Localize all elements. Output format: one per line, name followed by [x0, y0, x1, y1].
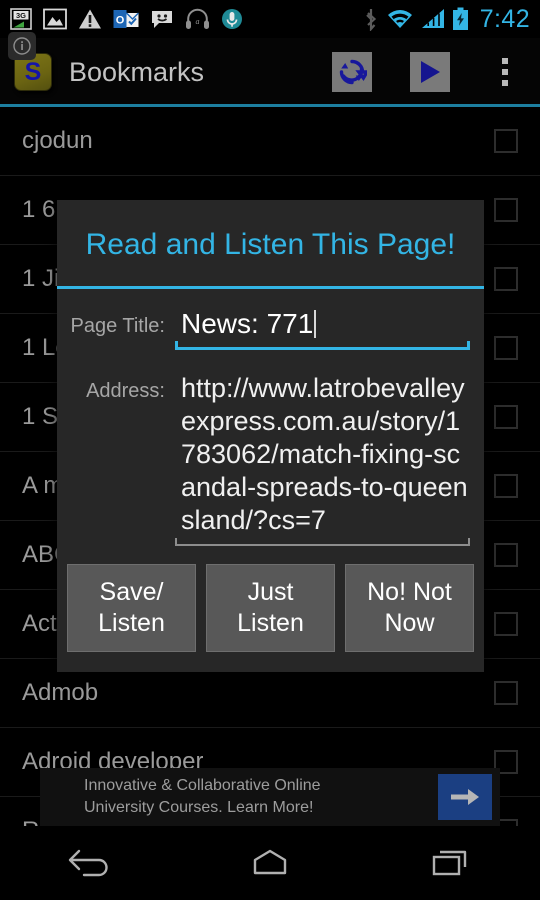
nav-home-button[interactable] [210, 826, 330, 900]
sync-button[interactable] [332, 52, 372, 92]
address-field-row: Address: http://www.latrobevalleyexpress… [57, 372, 484, 546]
status-bar-clock: 7:42 [479, 4, 530, 33]
image-icon [43, 8, 67, 30]
list-item-label: cjodun [22, 127, 93, 154]
navigation-bar [0, 826, 540, 900]
ad-text: Innovative & Collaborative Online Univer… [84, 775, 321, 819]
overflow-menu-icon [502, 58, 508, 64]
list-item-checkbox[interactable] [494, 336, 518, 360]
action-bar: S Bookmarks [0, 38, 540, 106]
headphones-icon: a [186, 8, 209, 29]
address-input[interactable]: http://www.latrobevalleyexpress.com.au/s… [175, 372, 470, 537]
arrow-right-icon [451, 789, 479, 805]
wifi-icon [387, 10, 412, 28]
3g-icon: 3G [10, 8, 32, 30]
dialog-body: Page Title: News: 771 Address: http://ww… [57, 289, 484, 672]
list-item-checkbox[interactable] [494, 267, 518, 291]
ad-line-1: Innovative & Collaborative Online [84, 777, 321, 794]
svg-text:a: a [196, 17, 200, 26]
page-title-field-row: Page Title: News: 771 [57, 307, 484, 350]
dialog-button-row: Save/ Listen Just Listen No! Not Now [57, 546, 484, 666]
ad-info-button[interactable] [8, 32, 36, 60]
page-title-input-value: News: 771 [181, 308, 314, 339]
play-icon [421, 61, 440, 83]
android-screen: 3G O a 7:42 S Bookmarks cjodun 1 6 s 1 J… [0, 0, 540, 900]
list-item-label: Admob [22, 679, 99, 706]
warning-icon [79, 9, 101, 29]
ad-cta-button[interactable] [438, 774, 492, 820]
svg-text:O: O [116, 15, 125, 27]
page-title-input-underline [175, 341, 470, 350]
page-title-label: Page Title: [70, 315, 165, 337]
overflow-menu-icon [502, 69, 508, 75]
page-title-input[interactable]: News: 771 [175, 307, 470, 341]
back-icon [68, 849, 108, 877]
not-now-button[interactable]: No! Not Now [345, 564, 474, 652]
list-item-checkbox[interactable] [494, 681, 518, 705]
nav-recents-button[interactable] [390, 826, 510, 900]
address-label: Address: [86, 380, 165, 402]
bluetooth-icon [365, 9, 376, 31]
list-item-label: Acti [22, 610, 63, 637]
ad-line-2: University Courses. Learn More! [84, 799, 314, 816]
list-item-checkbox[interactable] [494, 612, 518, 636]
status-bar-system-icons: 7:42 [363, 5, 530, 34]
app-icon-letter: S [24, 57, 42, 86]
list-item[interactable]: cjodun [0, 107, 540, 176]
battery-charging-icon [452, 7, 468, 30]
just-listen-button[interactable]: Just Listen [206, 564, 335, 652]
address-input-underline [175, 538, 470, 546]
ad-info-icon [13, 37, 31, 55]
overflow-menu-icon [502, 80, 508, 86]
recents-icon [432, 850, 467, 876]
cellular-signal-icon [421, 9, 444, 28]
read-and-listen-dialog: Read and Listen This Page! Page Title: N… [57, 200, 484, 672]
list-item-checkbox[interactable] [494, 198, 518, 222]
svg-text:3G: 3G [16, 11, 26, 20]
list-item-checkbox[interactable] [494, 543, 518, 567]
play-button[interactable] [410, 52, 450, 92]
outlook-mail-icon: O [113, 10, 139, 28]
list-item-checkbox[interactable] [494, 129, 518, 153]
dialog-title: Read and Listen This Page! [85, 228, 456, 261]
text-caret [314, 310, 317, 338]
page-title: Bookmarks [69, 56, 205, 87]
list-item-checkbox[interactable] [494, 405, 518, 429]
status-bar-notification-icons: 3G O a [10, 8, 243, 30]
status-bar: 3G O a 7:42 [0, 0, 540, 38]
overflow-menu-button[interactable] [492, 50, 518, 94]
sync-icon [339, 59, 367, 85]
ad-banner[interactable]: Innovative & Collaborative Online Univer… [40, 768, 500, 826]
home-icon [253, 849, 287, 875]
save-and-listen-button[interactable]: Save/ Listen [67, 564, 196, 652]
messaging-smiley-icon [152, 11, 172, 28]
list-item-checkbox[interactable] [494, 474, 518, 498]
nav-back-button[interactable] [30, 826, 150, 900]
microphone-icon [222, 9, 242, 29]
